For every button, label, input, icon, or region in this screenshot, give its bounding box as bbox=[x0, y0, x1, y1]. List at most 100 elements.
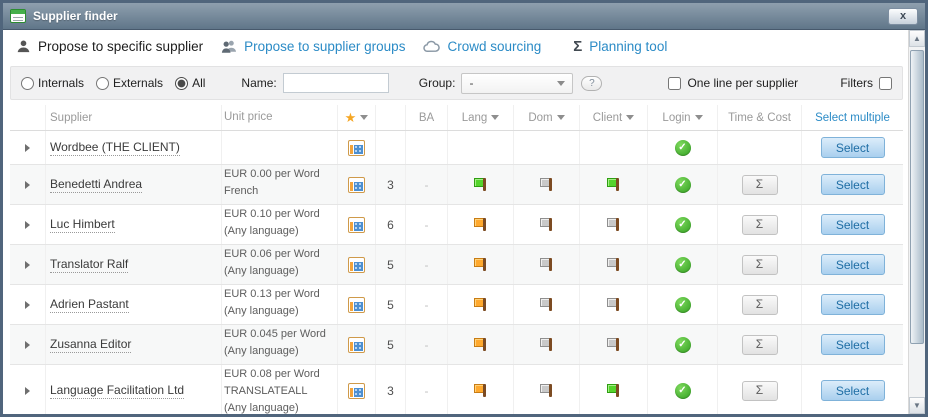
header-dom[interactable]: Dom bbox=[514, 105, 580, 130]
group-select[interactable]: - bbox=[461, 73, 573, 94]
rates-calculator-icon[interactable] bbox=[348, 140, 365, 156]
rates-calculator-icon[interactable] bbox=[348, 257, 365, 273]
name-label: Name: bbox=[241, 76, 276, 90]
expand-row-icon[interactable] bbox=[25, 261, 30, 269]
scrollbar-track[interactable] bbox=[909, 47, 925, 397]
filter-caret-icon[interactable] bbox=[557, 115, 565, 120]
rates-calculator-icon[interactable] bbox=[348, 383, 365, 399]
header-select-multiple[interactable]: Select multiple bbox=[802, 105, 903, 130]
flag-gray-icon bbox=[539, 383, 555, 399]
select-button[interactable]: Select bbox=[821, 214, 885, 235]
supplier-table: Supplier Unit price ★ BA Lang Dom bbox=[10, 105, 903, 414]
flag-green-icon bbox=[606, 177, 622, 193]
rates-calculator-icon[interactable] bbox=[348, 177, 365, 193]
select-cell: Select bbox=[802, 285, 903, 324]
help-icon[interactable]: ? bbox=[581, 76, 602, 91]
dom-cell bbox=[514, 205, 580, 244]
login-check-icon: ✓ bbox=[675, 337, 691, 353]
lang-cell bbox=[448, 285, 514, 324]
expand-row-icon[interactable] bbox=[25, 221, 30, 229]
supplier-name-link[interactable]: Translator Ralf bbox=[50, 257, 128, 273]
expand-row-icon[interactable] bbox=[25, 387, 30, 395]
close-button[interactable]: x bbox=[888, 8, 918, 25]
all-radio[interactable] bbox=[175, 77, 188, 90]
rates-calculator-icon[interactable] bbox=[348, 217, 365, 233]
all-label[interactable]: All bbox=[192, 76, 205, 90]
supplier-cell: Wordbee (THE CLIENT) bbox=[46, 131, 222, 164]
internals-radio[interactable] bbox=[21, 77, 34, 90]
supplier-name-link[interactable]: Wordbee (THE CLIENT) bbox=[50, 140, 180, 156]
header-login[interactable]: Login bbox=[648, 105, 718, 130]
supplier-name-link[interactable]: Adrien Pastant bbox=[50, 297, 129, 313]
rating-cell: 3 bbox=[376, 165, 406, 204]
rates-calculator-icon[interactable] bbox=[348, 337, 365, 353]
expand-row-icon[interactable] bbox=[25, 144, 30, 152]
expand-row-icon[interactable] bbox=[25, 341, 30, 349]
filter-caret-icon[interactable] bbox=[491, 115, 499, 120]
filters-label[interactable]: Filters bbox=[840, 76, 873, 90]
nav-label: Crowd sourcing bbox=[447, 39, 541, 54]
supplier-name-link[interactable]: Language Facilitation Ltd bbox=[50, 383, 184, 399]
expand-row-icon[interactable] bbox=[25, 301, 30, 309]
select-cell: Select bbox=[802, 165, 903, 204]
scroll-up-button[interactable]: ▲ bbox=[909, 30, 925, 47]
supplier-name-link[interactable]: Zusanna Editor bbox=[50, 337, 131, 353]
time-cost-button[interactable]: Σ bbox=[742, 381, 778, 401]
scroll-down-button[interactable]: ▼ bbox=[909, 397, 925, 414]
select-button[interactable]: Select bbox=[821, 334, 885, 355]
time-cost-cell: Σ bbox=[718, 285, 802, 324]
rates-calculator-icon[interactable] bbox=[348, 297, 365, 313]
supplier-name-link[interactable]: Benedetti Andrea bbox=[50, 177, 142, 193]
time-cost-button[interactable]: Σ bbox=[742, 295, 778, 315]
time-cost-cell: Σ bbox=[718, 365, 802, 414]
select-button[interactable]: Select bbox=[821, 174, 885, 195]
externals-radio[interactable] bbox=[96, 77, 109, 90]
rating-cell: 5 bbox=[376, 285, 406, 324]
vertical-scrollbar[interactable]: ▲ ▼ bbox=[908, 30, 925, 414]
filter-caret-icon[interactable] bbox=[626, 115, 634, 120]
select-button[interactable]: Select bbox=[821, 254, 885, 275]
internals-label[interactable]: Internals bbox=[38, 76, 84, 90]
unit-price-cell: EUR 0.00 per WordFrench bbox=[222, 165, 338, 204]
nav-crowd-sourcing[interactable]: Crowd sourcing bbox=[423, 39, 541, 54]
header-unit-price: Unit price bbox=[222, 105, 338, 130]
rates-cell bbox=[338, 205, 376, 244]
header-rating-star[interactable]: ★ bbox=[338, 105, 376, 130]
table-body: Wordbee (THE CLIENT) ✓ Select Benedetti … bbox=[10, 131, 903, 414]
table-row: Translator Ralf EUR 0.06 per Word(Any la… bbox=[10, 245, 903, 285]
time-cost-button[interactable]: Σ bbox=[742, 335, 778, 355]
header-client[interactable]: Client bbox=[580, 105, 648, 130]
sort-caret-icon[interactable] bbox=[360, 115, 368, 120]
nav-propose-supplier-groups[interactable]: Propose to supplier groups bbox=[221, 39, 405, 54]
nav-propose-specific-supplier[interactable]: Propose to specific supplier bbox=[16, 39, 203, 54]
supplier-name-link[interactable]: Luc Himbert bbox=[50, 217, 115, 233]
select-button[interactable]: Select bbox=[821, 137, 885, 158]
name-input[interactable] bbox=[283, 73, 389, 93]
time-cost-button[interactable]: Σ bbox=[742, 255, 778, 275]
window-title: Supplier finder bbox=[33, 9, 881, 23]
nav-planning-tool[interactable]: Σ Planning tool bbox=[573, 38, 667, 55]
content: Propose to specific supplier Propose to … bbox=[3, 30, 908, 414]
select-multiple-link[interactable]: Select multiple bbox=[815, 112, 890, 124]
login-check-icon: ✓ bbox=[675, 217, 691, 233]
filters-checkbox[interactable] bbox=[879, 77, 892, 90]
client-cell bbox=[580, 365, 648, 414]
scrollbar-thumb[interactable] bbox=[910, 50, 924, 344]
dom-cell bbox=[514, 285, 580, 324]
ba-cell: - bbox=[406, 245, 448, 284]
select-button[interactable]: Select bbox=[821, 380, 885, 401]
lang-cell bbox=[448, 325, 514, 364]
one-line-per-supplier-label[interactable]: One line per supplier bbox=[687, 76, 798, 90]
header-lang[interactable]: Lang bbox=[448, 105, 514, 130]
header-dom-label: Dom bbox=[528, 112, 552, 124]
filter-caret-icon[interactable] bbox=[695, 115, 703, 120]
select-button[interactable]: Select bbox=[821, 294, 885, 315]
login-cell: ✓ bbox=[648, 325, 718, 364]
expand-row-icon[interactable] bbox=[25, 181, 30, 189]
one-line-per-supplier-checkbox[interactable] bbox=[668, 77, 681, 90]
time-cost-button[interactable]: Σ bbox=[742, 175, 778, 195]
time-cost-button[interactable]: Σ bbox=[742, 215, 778, 235]
login-cell: ✓ bbox=[648, 285, 718, 324]
rating-cell: 5 bbox=[376, 325, 406, 364]
externals-label[interactable]: Externals bbox=[113, 76, 163, 90]
